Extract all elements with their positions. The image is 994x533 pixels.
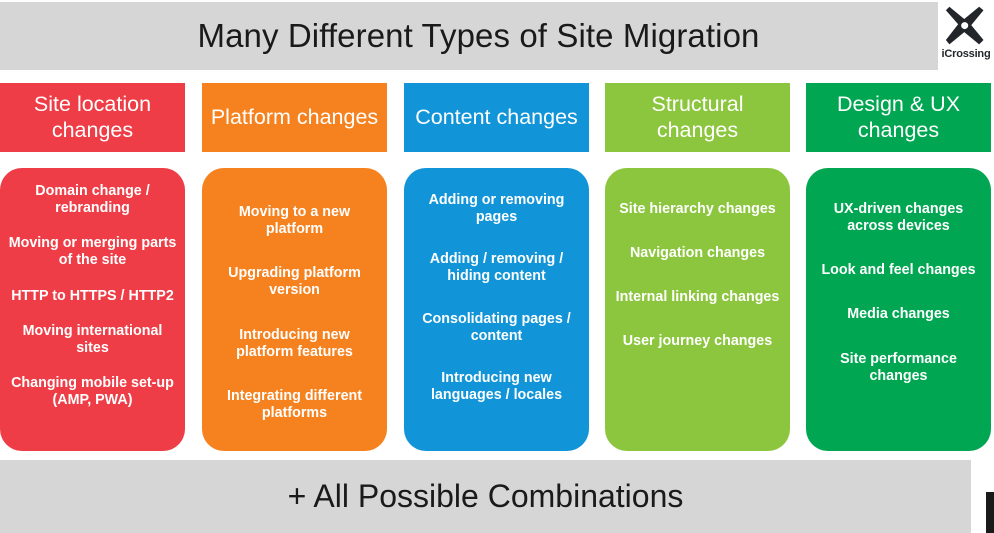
footer-caption: + All Possible Combinations bbox=[287, 478, 684, 514]
list-item: Introducing new languages / locales bbox=[430, 369, 563, 404]
list-item: Adding / removing / hiding content bbox=[429, 251, 564, 285]
list-item: Upgrading platform version bbox=[228, 265, 361, 299]
list-item: Moving international sites bbox=[22, 322, 163, 356]
column-content-changes: Content changes Adding or removing pages… bbox=[404, 83, 589, 451]
list-item: Domain change / rebranding bbox=[35, 183, 150, 217]
column-structural-changes: Structural changes Site hierarchy change… bbox=[605, 83, 790, 451]
column-header-site-location-changes: Site location changes bbox=[0, 83, 185, 152]
column-header-structural-changes: Structural changes bbox=[605, 83, 790, 152]
column-body-site-location-changes: Domain change / rebranding Moving or mer… bbox=[0, 168, 185, 451]
column-site-location-changes: Site location changes Domain change / re… bbox=[0, 83, 185, 451]
list-item: HTTP to HTTPS / HTTP2 bbox=[11, 287, 174, 304]
slide-canvas: Many Different Types of Site Migration i… bbox=[0, 0, 994, 533]
column-body-structural-changes: Site hierarchy changes Navigation change… bbox=[605, 168, 790, 451]
list-item: Moving to a new platform bbox=[238, 204, 351, 238]
column-platform-changes: Platform changes Moving to a new platfor… bbox=[202, 83, 387, 451]
column-body-design-ux-changes: UX-driven changes across devices Look an… bbox=[806, 168, 991, 451]
list-item: Consolidating pages / content bbox=[422, 310, 571, 344]
list-item: User journey changes bbox=[622, 333, 773, 350]
list-item: Moving or merging parts of the site bbox=[8, 235, 177, 269]
column-body-platform-changes: Moving to a new platform Upgrading platf… bbox=[202, 168, 387, 451]
column-body-content-changes: Adding or removing pages Adding / removi… bbox=[404, 168, 589, 451]
list-item: Changing mobile set-up (AMP, PWA) bbox=[11, 375, 174, 409]
column-header-design-ux-changes: Design & UX changes bbox=[806, 83, 991, 152]
brand-logo: iCrossing bbox=[938, 0, 994, 76]
list-item: Media changes bbox=[847, 306, 950, 323]
list-item: Introducing new platform features bbox=[236, 326, 353, 360]
list-item: Internal linking changes bbox=[615, 289, 780, 306]
header-bar: Many Different Types of Site Migration bbox=[0, 2, 957, 70]
list-item: Adding or removing pages bbox=[428, 192, 565, 226]
list-item: Look and feel changes bbox=[821, 262, 976, 279]
x-mark-icon bbox=[945, 6, 984, 45]
list-item: Site performance changes bbox=[840, 350, 957, 384]
logo-wordmark: iCrossing bbox=[941, 48, 991, 60]
list-item: Integrating different platforms bbox=[226, 387, 363, 422]
column-design-ux-changes: Design & UX changes UX-driven changes ac… bbox=[806, 83, 991, 451]
footer-bar: + All Possible Combinations bbox=[0, 460, 971, 533]
list-item: Navigation changes bbox=[629, 245, 766, 262]
slide-edge-marker bbox=[986, 492, 994, 533]
column-header-content-changes: Content changes bbox=[404, 83, 589, 152]
migration-type-columns: Site location changes Domain change / re… bbox=[0, 83, 994, 451]
list-item: Site hierarchy changes bbox=[619, 201, 776, 217]
page-title: Many Different Types of Site Migration bbox=[197, 17, 760, 54]
list-item: UX-driven changes across devices bbox=[833, 201, 964, 235]
column-header-platform-changes: Platform changes bbox=[202, 83, 387, 152]
